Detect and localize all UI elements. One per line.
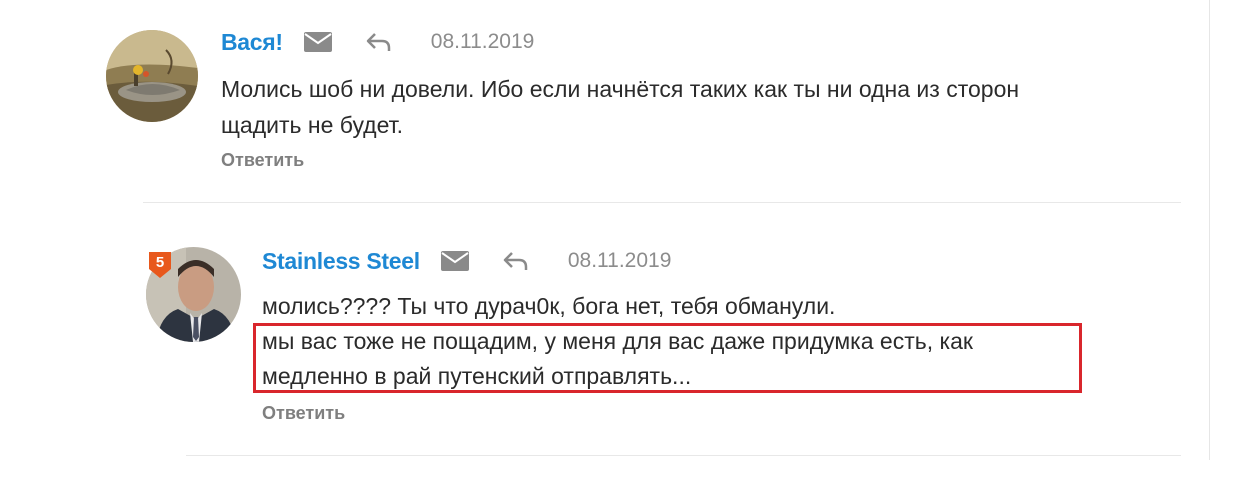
avatar[interactable] <box>106 30 198 122</box>
mail-icon[interactable] <box>303 31 333 53</box>
comment-header: Вася! 08.11.2019 <box>221 27 534 57</box>
comment-separator <box>143 202 1181 203</box>
comment-separator <box>186 455 1181 456</box>
comment-text: Молись шоб ни довели. Ибо если начнётся … <box>221 71 1019 143</box>
reply-icon[interactable] <box>365 31 393 53</box>
highlight-frame <box>253 323 1082 393</box>
reply-icon[interactable] <box>502 250 530 272</box>
rating-badge-number: 5 <box>155 254 165 271</box>
author-name[interactable]: Вася! <box>221 29 283 56</box>
rating-badge: 5 <box>147 251 173 279</box>
reply-button[interactable]: Ответить <box>262 403 345 424</box>
mail-icon[interactable] <box>440 250 470 272</box>
comment-1: Вася! 08.11.2019 Молись шоб ни довели. И… <box>0 0 1241 200</box>
comment-line: молись???? Ты что дурач0к, бога нет, теб… <box>262 293 836 319</box>
comment-date: 08.11.2019 <box>567 249 672 272</box>
comment-header: Stainless Steel 08.11.2019 <box>262 246 671 276</box>
comment-line: Молись шоб ни довели. Ибо если начнётся … <box>221 76 1020 102</box>
comment-line: щадить не будет. <box>221 112 404 138</box>
reply-button[interactable]: Ответить <box>221 150 304 171</box>
comment-date: 08.11.2019 <box>430 30 535 53</box>
author-name[interactable]: Stainless Steel <box>262 248 420 275</box>
